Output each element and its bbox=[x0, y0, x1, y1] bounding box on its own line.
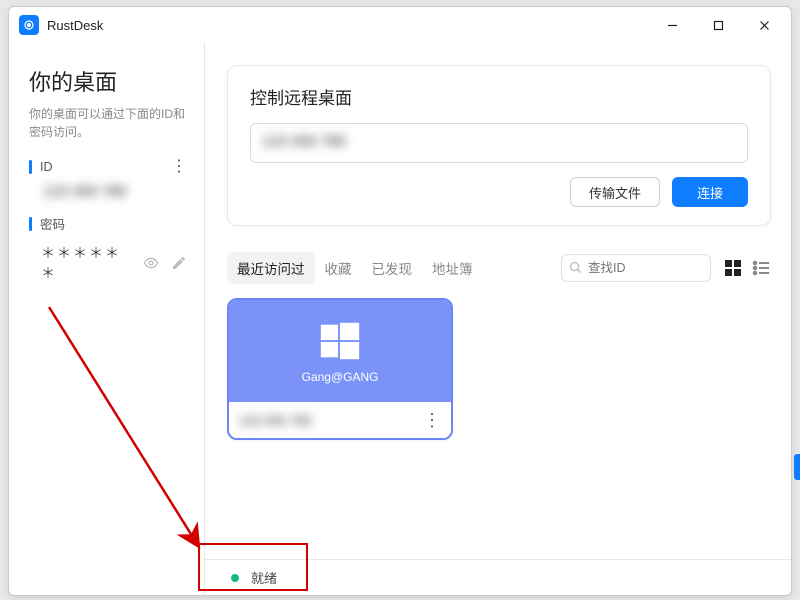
password-value: ＊＊＊＊＊＊ bbox=[41, 243, 132, 283]
close-button[interactable] bbox=[741, 9, 787, 41]
status-text: 就绪 bbox=[251, 568, 277, 587]
recents-grid: Gang@GANG 123 456 789 ⋮ bbox=[227, 298, 771, 440]
status-dot-icon bbox=[231, 574, 239, 582]
eye-icon[interactable] bbox=[142, 254, 160, 272]
search-wrap bbox=[561, 254, 711, 282]
grid-view-icon[interactable] bbox=[723, 258, 743, 278]
app-icon bbox=[19, 15, 39, 35]
list-view-icon[interactable] bbox=[751, 258, 771, 278]
id-menu-button[interactable]: ⋮ bbox=[170, 159, 188, 175]
tabs-row: 最近访问过 收藏 已发现 地址簿 bbox=[227, 252, 771, 284]
app-window: RustDesk 你的桌面 你的桌面可以通过下面的ID和密码访问。 ID ⋮ 1… bbox=[8, 6, 792, 596]
app-title: RustDesk bbox=[47, 18, 103, 33]
status-bar: 就绪 bbox=[205, 559, 791, 595]
tab-recent[interactable]: 最近访问过 bbox=[227, 252, 315, 284]
password-block: 密码 ＊＊＊＊＊＊ bbox=[29, 214, 188, 283]
remote-id-input[interactable] bbox=[250, 123, 748, 163]
sidebar-title: 你的桌面 bbox=[29, 65, 188, 97]
peer-thumbnail: Gang@GANG bbox=[229, 300, 451, 402]
maximize-button[interactable] bbox=[695, 9, 741, 41]
minimize-button[interactable] bbox=[649, 9, 695, 41]
peer-menu-button[interactable]: ⋮ bbox=[423, 410, 441, 431]
windows-icon bbox=[317, 318, 363, 364]
edge-accent bbox=[794, 454, 800, 480]
id-block: ID ⋮ 123 456 789 bbox=[29, 159, 188, 200]
transfer-file-button[interactable]: 传输文件 bbox=[570, 177, 660, 207]
edit-icon[interactable] bbox=[170, 254, 188, 272]
tab-favorites[interactable]: 收藏 bbox=[315, 252, 362, 284]
peer-name: Gang@GANG bbox=[302, 370, 379, 384]
tab-addressbook[interactable]: 地址簿 bbox=[422, 252, 483, 284]
search-icon bbox=[568, 260, 583, 275]
search-input[interactable] bbox=[561, 254, 711, 282]
control-card: 控制远程桌面 123 456 789 传输文件 连接 bbox=[227, 65, 771, 226]
control-title: 控制远程桌面 bbox=[250, 84, 748, 109]
accent-bar bbox=[29, 160, 32, 174]
id-value: 123 456 789 bbox=[29, 183, 188, 200]
sidebar-desc: 你的桌面可以通过下面的ID和密码访问。 bbox=[29, 105, 188, 141]
body: 你的桌面 你的桌面可以通过下面的ID和密码访问。 ID ⋮ 123 456 78… bbox=[9, 43, 791, 595]
id-label: ID bbox=[40, 160, 53, 174]
main-area: 控制远程桌面 123 456 789 传输文件 连接 最近访问过 收藏 已发现 … bbox=[205, 43, 791, 595]
password-label: 密码 bbox=[40, 214, 65, 233]
connect-button[interactable]: 连接 bbox=[672, 177, 748, 207]
titlebar: RustDesk bbox=[9, 7, 791, 43]
accent-bar bbox=[29, 217, 32, 231]
peer-card[interactable]: Gang@GANG 123 456 789 ⋮ bbox=[227, 298, 453, 440]
sidebar: 你的桌面 你的桌面可以通过下面的ID和密码访问。 ID ⋮ 123 456 78… bbox=[9, 43, 205, 595]
peer-id: 123 456 789 bbox=[239, 413, 423, 428]
tab-discovered[interactable]: 已发现 bbox=[362, 252, 423, 284]
